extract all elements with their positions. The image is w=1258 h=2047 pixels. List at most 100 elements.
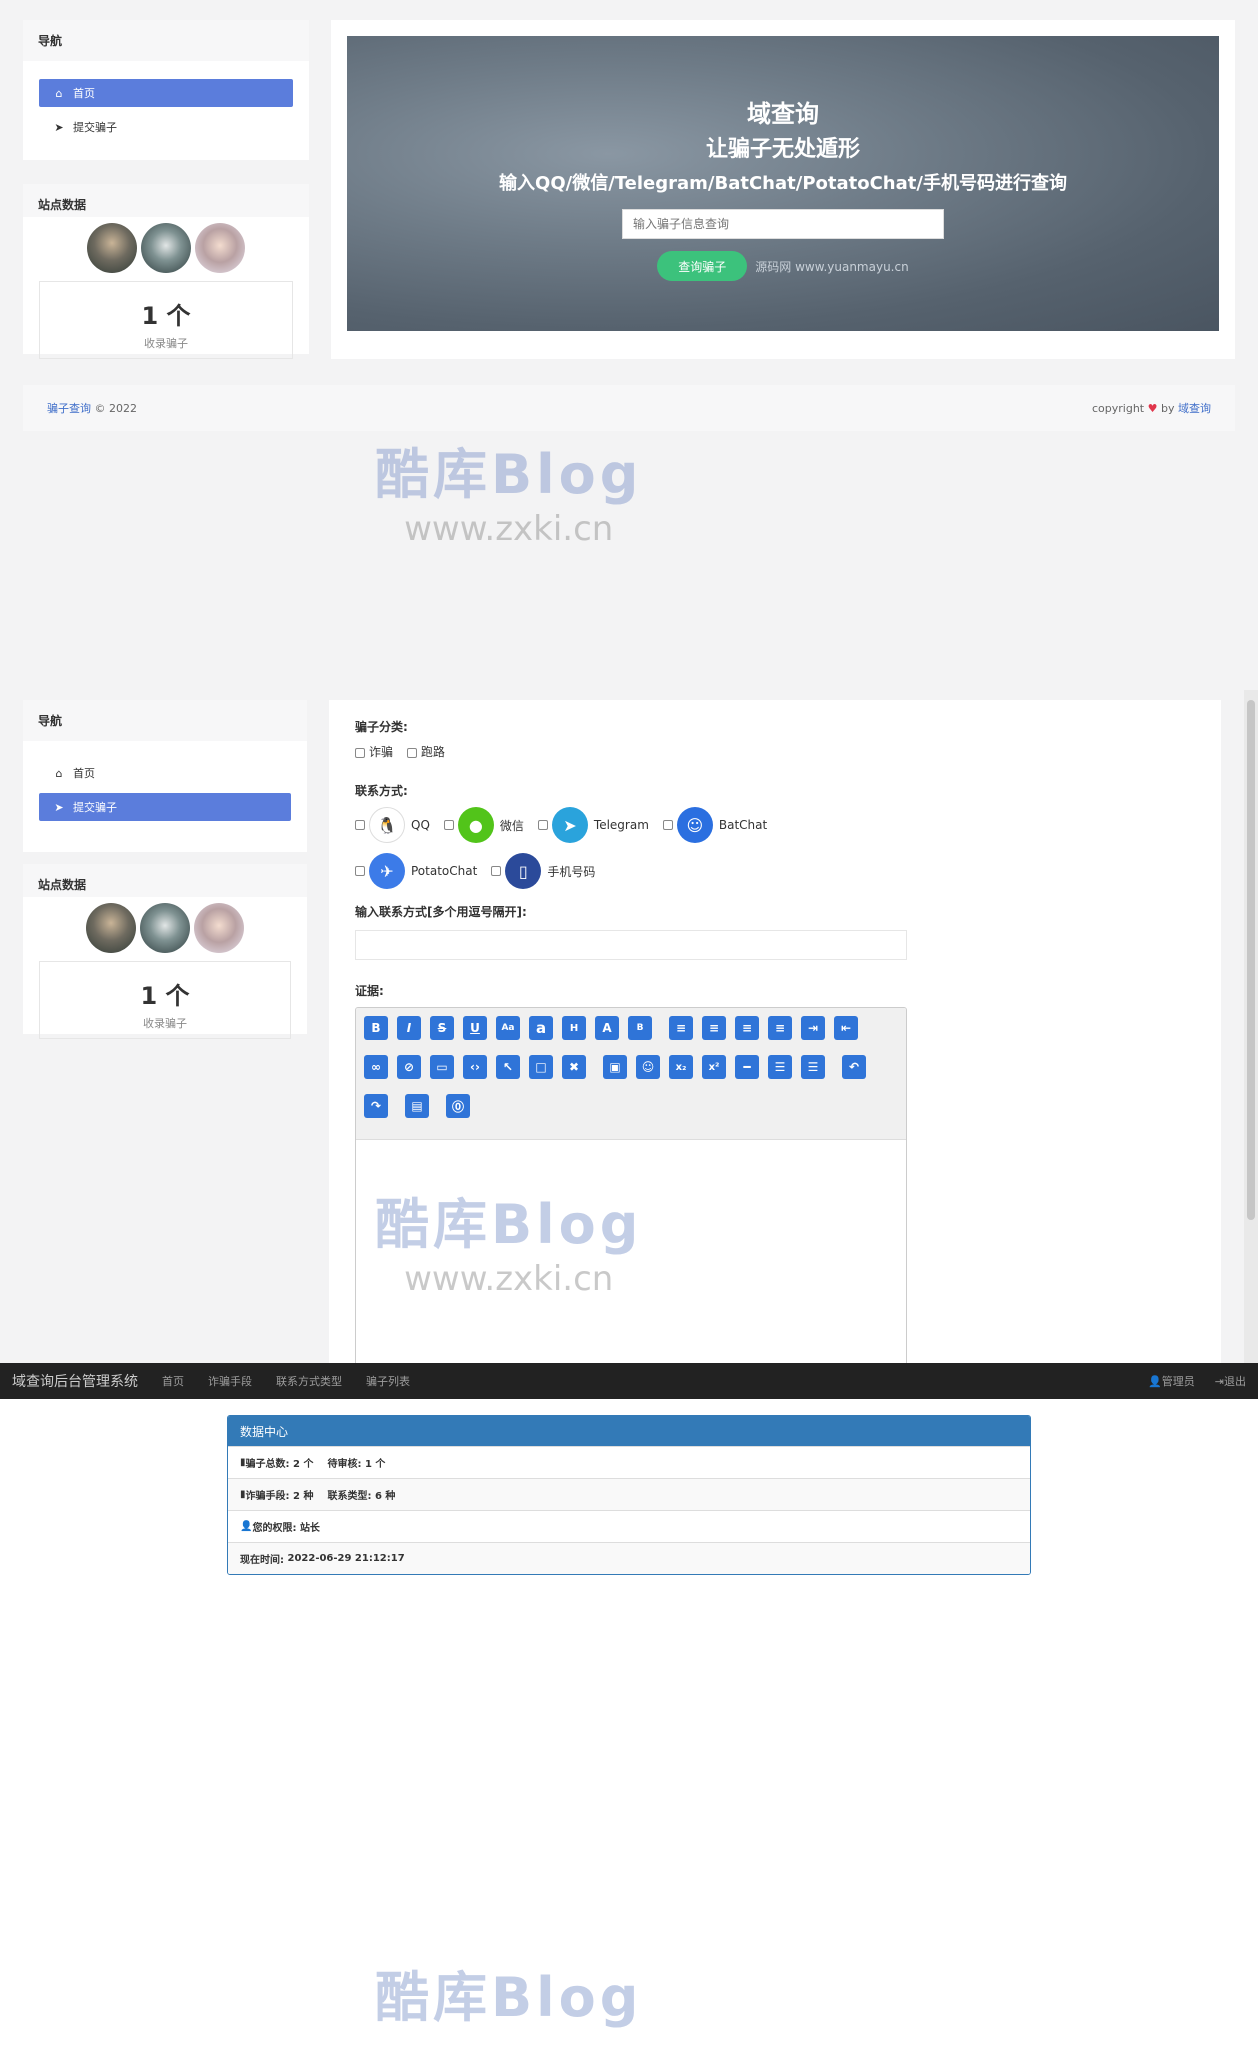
qq-icon: 🐧 bbox=[369, 807, 405, 843]
contact-option-wechat[interactable]: ● 微信 bbox=[443, 807, 524, 843]
avatar[interactable] bbox=[87, 223, 137, 273]
menu-home[interactable]: 首页 bbox=[162, 1373, 184, 1389]
page-scrollbar[interactable] bbox=[1244, 690, 1258, 1363]
stat-label: 骗子总数: bbox=[245, 1459, 290, 1470]
category-label: 骗子分类: bbox=[355, 720, 408, 734]
time-row: 现在时间: 2022-06-29 21:12:17 bbox=[228, 1542, 1030, 1574]
menu-scammer-list[interactable]: 骗子列表 bbox=[366, 1373, 410, 1389]
navbar-right: 👤管理员 ⇥退出 bbox=[1148, 1373, 1246, 1389]
subscript-icon[interactable]: x₂ bbox=[669, 1055, 693, 1079]
avatar[interactable] bbox=[194, 903, 244, 953]
code-icon[interactable]: ‹› bbox=[463, 1055, 487, 1079]
stat-value: 2 个 bbox=[293, 1459, 314, 1470]
category-option-fraud[interactable]: 诈骗 bbox=[355, 745, 393, 759]
emoji-icon[interactable]: ☺ bbox=[636, 1055, 660, 1079]
home-icon: ⌂ bbox=[55, 86, 63, 100]
avatar[interactable] bbox=[140, 903, 190, 953]
contact-label: 联系方式: bbox=[355, 784, 408, 798]
logout-link[interactable]: ⇥退出 bbox=[1215, 1373, 1246, 1389]
checkbox[interactable] bbox=[443, 820, 454, 830]
contact-option-potatochat[interactable]: ✈ PotatoChat bbox=[355, 853, 477, 889]
search-input[interactable] bbox=[622, 209, 944, 239]
unlink-icon[interactable]: ⊘ bbox=[397, 1055, 421, 1079]
admin-brand[interactable]: 域查询后台管理系统 bbox=[12, 1371, 138, 1391]
contact-option-qq[interactable]: 🐧 QQ bbox=[355, 807, 430, 843]
undo-icon[interactable]: ↶ bbox=[842, 1055, 866, 1079]
indent-icon[interactable]: ⇥ bbox=[801, 1016, 825, 1040]
avatar[interactable] bbox=[86, 903, 136, 953]
menu-contact-types[interactable]: 联系方式类型 bbox=[276, 1373, 342, 1389]
checkbox[interactable] bbox=[662, 820, 673, 830]
editor-content[interactable] bbox=[356, 1140, 906, 1363]
search-button[interactable]: 查询骗子 bbox=[657, 251, 748, 281]
footer-brand-link[interactable]: 骗子查询 bbox=[47, 402, 91, 415]
align-justify-icon[interactable]: ≡ bbox=[768, 1016, 792, 1040]
unordered-list-icon[interactable]: ☰ bbox=[801, 1055, 825, 1079]
contact-option-phone[interactable]: ▯ 手机号码 bbox=[491, 853, 595, 889]
italic-icon[interactable]: I bbox=[397, 1016, 421, 1040]
nav-item-submit[interactable]: ➤ 提交骗子 bbox=[39, 113, 293, 141]
count-label: 收录骗子 bbox=[143, 1017, 187, 1030]
checkbox[interactable] bbox=[355, 820, 365, 830]
line-icon[interactable]: ━ bbox=[735, 1055, 759, 1079]
strikethrough-icon[interactable]: S bbox=[430, 1016, 454, 1040]
font-size-icon[interactable]: Aa bbox=[496, 1016, 520, 1040]
avatar[interactable] bbox=[141, 223, 191, 273]
category-option-runaway[interactable]: 跑路 bbox=[406, 745, 445, 759]
bold-icon[interactable]: B bbox=[364, 1016, 388, 1040]
heading-icon[interactable]: H bbox=[562, 1016, 586, 1040]
permission-row: 👤 您的权限: 站长 bbox=[228, 1510, 1030, 1542]
delete-icon[interactable]: ✖ bbox=[562, 1055, 586, 1079]
stat-row: ▮ 骗子总数: 2 个 待审核: 1 个 bbox=[228, 1446, 1030, 1478]
contact-option-telegram[interactable]: ➤ Telegram bbox=[537, 807, 649, 843]
nav-item-submit[interactable]: ➤ 提交骗子 bbox=[39, 793, 291, 821]
align-left-icon[interactable]: ≡ bbox=[702, 1016, 726, 1040]
watermark: 酷库Blog bbox=[375, 1953, 642, 2032]
checkbox[interactable] bbox=[537, 820, 548, 830]
redo-icon[interactable]: ↷ bbox=[364, 1094, 388, 1118]
count-value: 1 个 bbox=[140, 982, 190, 1010]
nav-item-home[interactable]: ⌂ 首页 bbox=[39, 759, 291, 787]
select-all-icon[interactable]: ↖ bbox=[496, 1055, 520, 1079]
font-color-icon[interactable]: A bbox=[595, 1016, 619, 1040]
count-box: 1 个 收录骗子 bbox=[39, 281, 293, 359]
submit-page-section: 导航 ⌂ 首页 ➤ 提交骗子 站点数据 1 个 收录骗子 骗子分类: 诈骗 跑路… bbox=[0, 690, 1258, 1363]
option-label: 微信 bbox=[499, 818, 524, 833]
align-right-icon[interactable]: ≡ bbox=[735, 1016, 759, 1040]
checkbox[interactable] bbox=[406, 747, 417, 758]
stat-value: 6 种 bbox=[374, 1491, 396, 1502]
checkbox[interactable] bbox=[355, 866, 365, 876]
count-value: 1 个 bbox=[141, 302, 191, 330]
menu-fraud-methods[interactable]: 诈骗手段 bbox=[208, 1373, 252, 1389]
footer-author-link[interactable]: 域查询 bbox=[1178, 402, 1211, 415]
underline-icon[interactable]: U bbox=[463, 1016, 487, 1040]
align-center-icon[interactable]: ≡ bbox=[669, 1016, 693, 1040]
superscript-icon[interactable]: x² bbox=[702, 1055, 726, 1079]
source-icon[interactable]: ▤ bbox=[405, 1094, 429, 1118]
watermark-url: www.zxki.cn bbox=[404, 509, 614, 549]
nav-item-label: 提交骗子 bbox=[73, 801, 117, 814]
time-label: 现在时间: bbox=[240, 1555, 284, 1566]
stats-title: 站点数据 bbox=[23, 864, 307, 897]
avatar[interactable] bbox=[195, 223, 245, 273]
permission-label: 您的权限: bbox=[252, 1523, 297, 1534]
outdent-icon[interactable]: ⇤ bbox=[834, 1016, 858, 1040]
scrollbar-thumb[interactable] bbox=[1247, 700, 1255, 1220]
font-family-icon[interactable]: a bbox=[529, 1016, 553, 1040]
ordered-list-icon[interactable]: ☰ bbox=[768, 1055, 792, 1079]
footer-left: 骗子查询 © 2022 bbox=[47, 400, 137, 416]
admin-label: 管理员 bbox=[1161, 1375, 1195, 1388]
horizontal-rule-icon[interactable]: ▭ bbox=[430, 1055, 454, 1079]
admin-link[interactable]: 👤管理员 bbox=[1148, 1373, 1195, 1389]
contact-option-batchat[interactable]: ☺ BatChat bbox=[662, 807, 767, 843]
nav-item-home[interactable]: ⌂ 首页 bbox=[39, 79, 293, 107]
link-icon[interactable]: ∞ bbox=[364, 1055, 388, 1079]
contact-input[interactable] bbox=[355, 930, 907, 960]
image-icon[interactable]: ▣ bbox=[603, 1055, 627, 1079]
checkbox[interactable] bbox=[491, 866, 502, 876]
checkbox[interactable] bbox=[355, 747, 365, 758]
background-color-icon[interactable]: B bbox=[628, 1016, 652, 1040]
fullscreen-icon[interactable]: □ bbox=[529, 1055, 553, 1079]
stats-card: 站点数据 1 个 收录骗子 bbox=[23, 864, 307, 1039]
info-icon[interactable]: ⓪ bbox=[446, 1094, 470, 1118]
